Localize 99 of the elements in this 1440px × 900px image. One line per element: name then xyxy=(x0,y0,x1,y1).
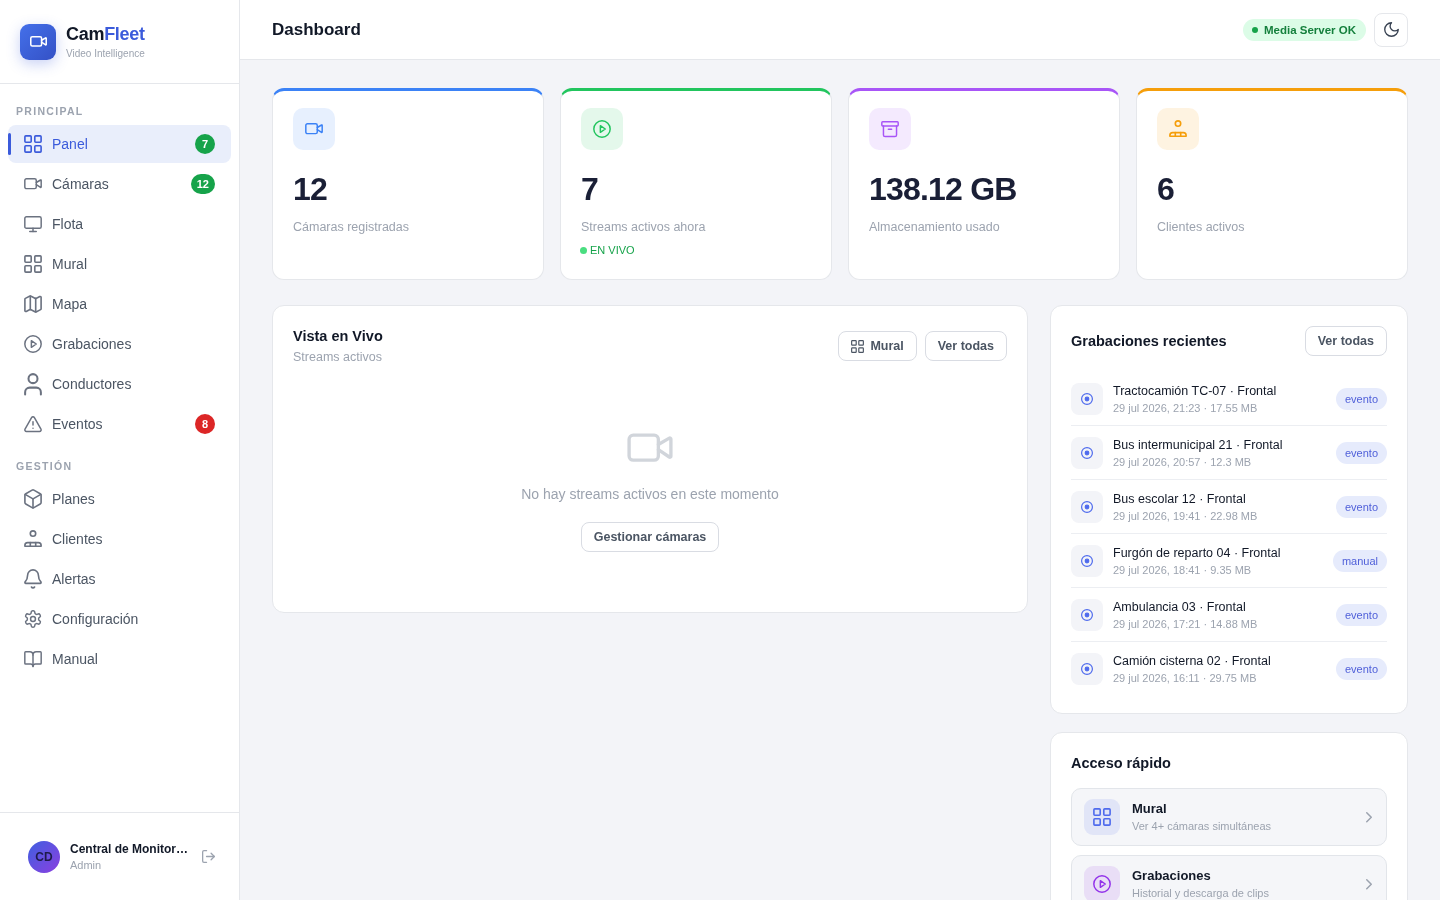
brand-name: CamFleet xyxy=(66,23,145,45)
chevron-right-icon xyxy=(1366,878,1372,890)
nav-item[interactable]: Eventos 8 xyxy=(8,405,231,443)
bell-icon xyxy=(24,569,42,589)
record-icon xyxy=(1071,383,1103,415)
user-role: Admin xyxy=(70,858,103,872)
quick-link[interactable]: Mural Ver 4+ cámaras simultáneas xyxy=(1071,788,1387,846)
type-badge: evento xyxy=(1335,658,1387,680)
nav-item[interactable]: Configuración xyxy=(8,600,231,638)
people-icon xyxy=(1157,108,1199,150)
recording-title: Tractocamión TC-07 · Frontal xyxy=(1113,383,1278,399)
count-badge: 12 xyxy=(190,174,215,194)
stat-value: 138.12 GB xyxy=(869,170,1018,209)
stat-value: 6 xyxy=(1157,170,1175,209)
recording-title: Bus escolar 12 · Frontal xyxy=(1113,491,1247,507)
panel-title: Acceso rápido xyxy=(1071,754,1172,773)
user-avatar: CD xyxy=(28,840,60,873)
page-title: Dashboard xyxy=(272,19,362,40)
stat-label: Cámaras registradas xyxy=(293,219,410,235)
brand-tagline: Video Intelligence xyxy=(66,47,145,60)
nav-item[interactable]: Planes xyxy=(8,480,231,518)
type-badge: evento xyxy=(1335,496,1387,518)
user-name: Central de Monitor… xyxy=(70,841,189,857)
camera-logo-icon xyxy=(20,23,56,60)
recording-meta: 29 jul 2026, 20:57 · 12.3 MB xyxy=(1113,455,1253,469)
monitor-icon xyxy=(24,215,42,233)
nav-item[interactable]: Mapa xyxy=(8,285,231,323)
nav-item[interactable]: Flota xyxy=(8,205,231,243)
count-badge: 7 xyxy=(195,134,215,154)
section-label: GESTIÓN xyxy=(15,459,74,473)
grid-icon xyxy=(24,255,42,273)
recording-title: Furgón de reparto 04 · Frontal xyxy=(1113,545,1282,561)
stat-value: 12 xyxy=(293,170,328,209)
stat-value: 7 xyxy=(581,170,599,209)
logout-icon xyxy=(202,850,215,863)
chevron-right-icon xyxy=(1366,811,1372,823)
grid-icon xyxy=(24,135,42,153)
video-camera-icon xyxy=(293,108,335,150)
count-badge: 8 xyxy=(195,414,215,434)
nav-item[interactable]: Conductores xyxy=(8,365,231,403)
quick-link-title: Grabaciones xyxy=(1132,868,1212,884)
stat-label: Clientes activos xyxy=(1157,219,1246,235)
nav-item[interactable]: Mural xyxy=(8,245,231,283)
people-icon xyxy=(24,530,42,548)
nav-item[interactable]: Panel 7 xyxy=(8,125,231,163)
map-icon xyxy=(24,295,42,313)
nav-item[interactable]: Alertas xyxy=(8,560,231,598)
nav-item[interactable]: Manual xyxy=(8,640,231,678)
panel-subtitle: Streams activos xyxy=(293,349,383,365)
recording-meta: 29 jul 2026, 17:21 · 14.88 MB xyxy=(1113,617,1259,631)
stat-label: Almacenamiento usado xyxy=(869,219,1001,235)
grid-icon xyxy=(851,339,865,353)
user-icon xyxy=(24,372,42,396)
quick-link-description: Ver 4+ cámaras simultáneas xyxy=(1132,819,1273,833)
manage-cameras-button[interactable]: Gestionar cámaras xyxy=(580,522,720,553)
quick-link-description: Historial y descarga de clips xyxy=(1132,886,1270,900)
stat-label: Streams activos ahora xyxy=(581,219,707,235)
empty-message: No hay streams activos en este momento xyxy=(521,485,779,505)
section-label: PRINCIPAL xyxy=(15,104,85,118)
live-label: EN VIVO xyxy=(590,243,635,257)
status-dot-icon xyxy=(1251,26,1258,33)
quick-link-title: Mural xyxy=(1132,801,1168,817)
play-circle-icon xyxy=(24,335,42,353)
recording-title: Ambulancia 03 · Frontal xyxy=(1113,599,1247,615)
record-icon xyxy=(1071,599,1103,631)
record-icon xyxy=(1071,653,1103,685)
archive-icon xyxy=(869,108,911,150)
recording-meta: 29 jul 2026, 21:23 · 17.55 MB xyxy=(1113,401,1259,415)
view-all-button[interactable]: Ver todas xyxy=(924,331,1007,361)
record-icon xyxy=(1071,545,1103,577)
video-camera-icon xyxy=(627,433,673,463)
nav-item[interactable]: Cámaras 12 xyxy=(8,165,231,203)
view-all-button[interactable]: Ver todas xyxy=(1304,326,1387,356)
recording-title: Camión cisterna 02 · Frontal xyxy=(1113,653,1272,669)
type-badge: evento xyxy=(1335,604,1387,626)
type-badge: evento xyxy=(1335,442,1387,464)
nav-item[interactable]: Clientes xyxy=(8,520,231,558)
wall-view-button[interactable]: Mural xyxy=(838,331,917,361)
recording-meta: 29 jul 2026, 18:41 · 9.35 MB xyxy=(1113,563,1253,577)
recording-meta: 29 jul 2026, 16:11 · 29.75 MB xyxy=(1113,671,1258,685)
box-icon xyxy=(24,489,42,509)
panel-title: Grabaciones recientes xyxy=(1071,332,1227,351)
type-badge: evento xyxy=(1335,388,1387,410)
theme-toggle-button[interactable] xyxy=(1374,12,1408,47)
warning-icon xyxy=(24,415,42,433)
book-icon xyxy=(24,650,42,668)
status-label: Media Server OK xyxy=(1263,23,1356,36)
quick-link[interactable]: Grabaciones Historial y descarga de clips xyxy=(1071,855,1387,900)
video-camera-icon xyxy=(24,178,42,190)
recording-meta: 29 jul 2026, 19:41 · 22.98 MB xyxy=(1113,509,1259,523)
record-icon xyxy=(1071,491,1103,523)
record-icon xyxy=(1071,437,1103,469)
live-dot-icon xyxy=(580,246,587,254)
recording-title: Bus intermunicipal 21 · Frontal xyxy=(1113,437,1284,453)
settings-icon xyxy=(24,610,42,628)
nav-item[interactable]: Grabaciones xyxy=(8,325,231,363)
type-badge: manual xyxy=(1332,550,1387,572)
panel-title: Vista en Vivo xyxy=(293,327,383,346)
moon-icon xyxy=(1383,22,1399,37)
